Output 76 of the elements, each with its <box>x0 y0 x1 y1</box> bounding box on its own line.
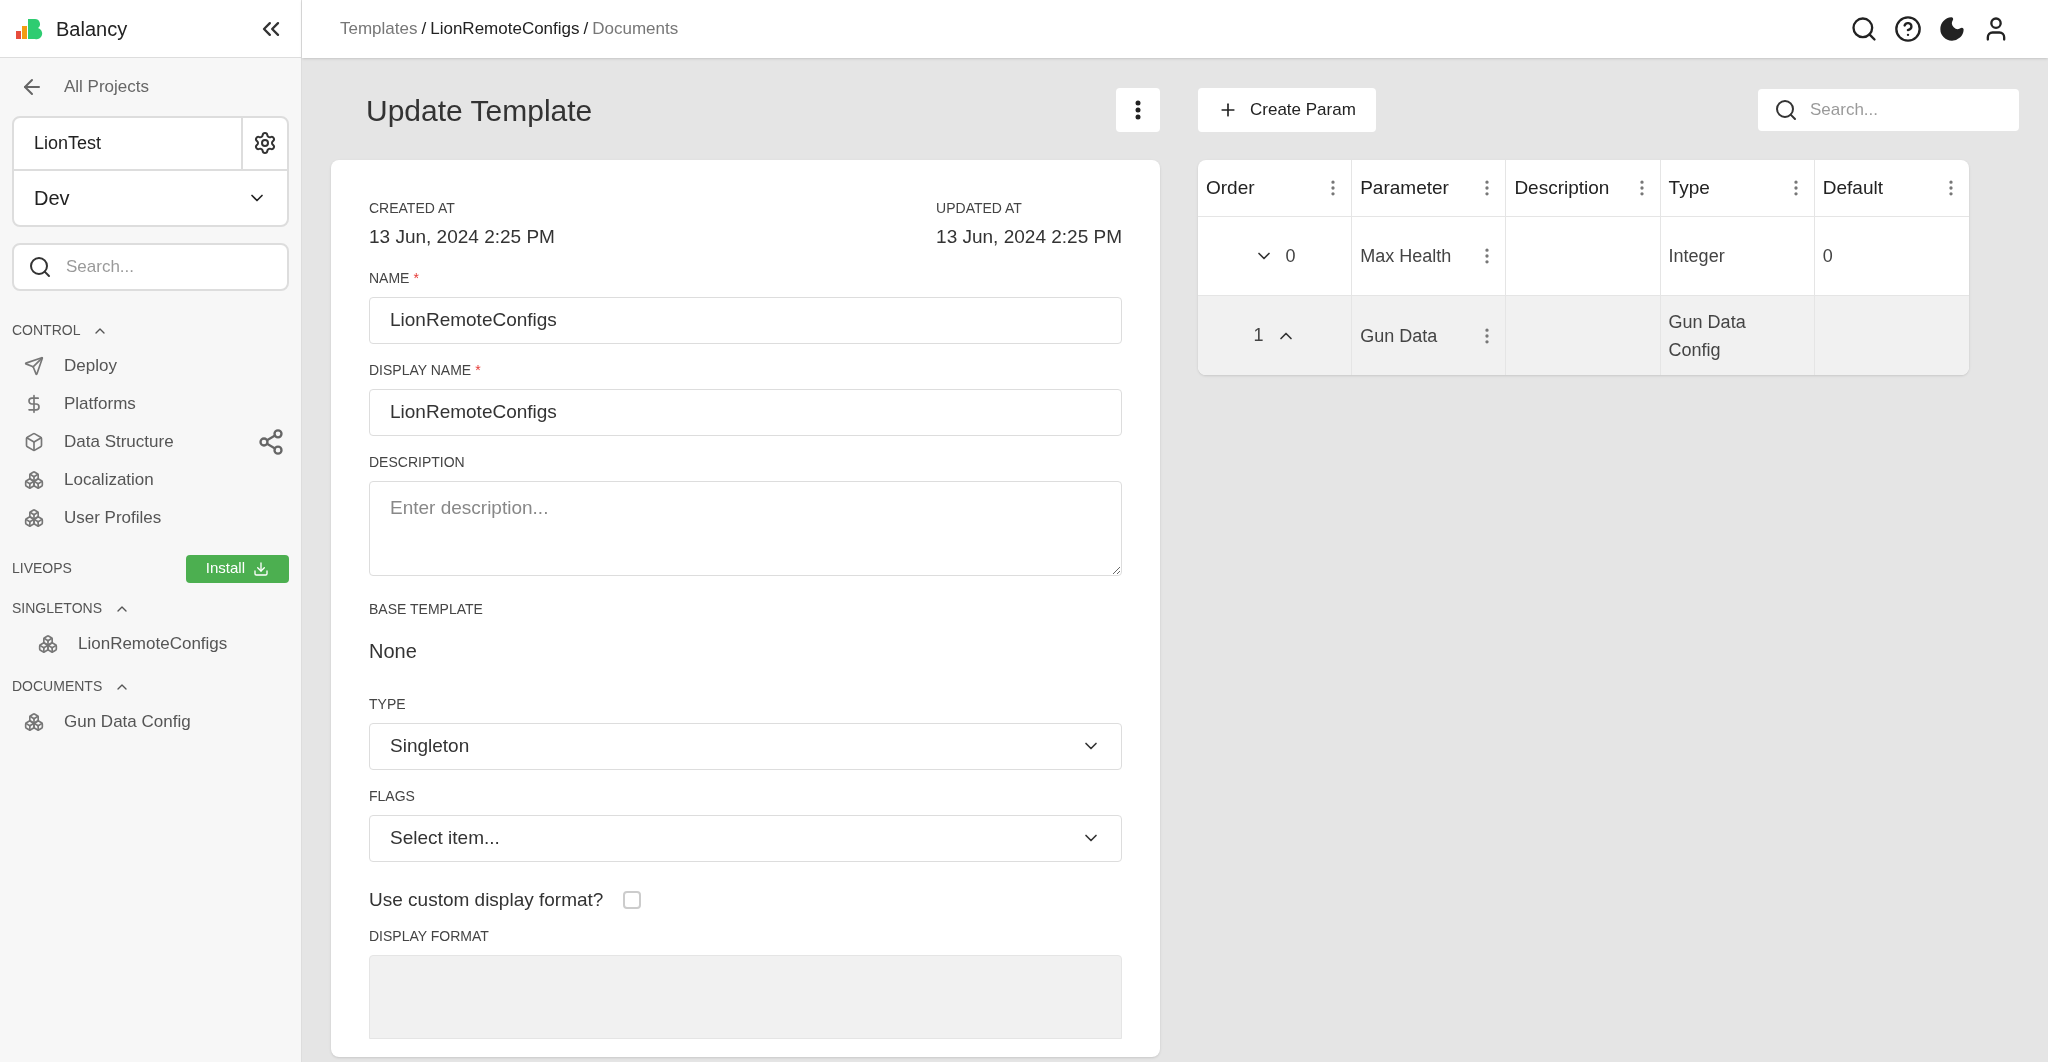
table-cell-text: Gun Data <box>1360 324 1439 348</box>
column-header: Type <box>1668 175 1710 200</box>
sidebar-item[interactable]: Deploy <box>0 346 301 385</box>
column-header: Parameter <box>1360 175 1449 200</box>
help-icon[interactable] <box>1894 15 1922 43</box>
table-cell-text: 0 <box>1285 244 1296 268</box>
field-label: DISPLAY FORMAT <box>369 927 489 946</box>
paper-plane-icon <box>24 355 44 376</box>
table-cell-text: 0 <box>1822 244 1833 268</box>
required-mark: * <box>475 360 481 380</box>
column-header: Default <box>1822 175 1883 200</box>
search-icon <box>28 254 52 279</box>
more-icon <box>1135 100 1141 120</box>
search-icon <box>1774 98 1798 122</box>
sidebar-item[interactable]: LionRemoteConfigs <box>0 624 301 663</box>
breadcrumb-link[interactable]: Templates <box>340 16 418 42</box>
base-template-value: None <box>369 638 418 664</box>
field-label: UPDATED AT <box>936 199 1023 218</box>
required-mark: * <box>413 268 419 288</box>
created-date: 13 Jun, 2024 2:25 PM <box>369 225 555 249</box>
share-icon[interactable] <box>257 427 285 456</box>
more-button[interactable] <box>1116 88 1160 132</box>
field-label: TYPE <box>369 694 406 714</box>
breadcrumb-link[interactable]: Documents <box>592 16 679 42</box>
column-header: Description <box>1514 175 1610 200</box>
section-heading: LIVEOPS <box>12 559 72 578</box>
cubes-icon <box>38 633 58 654</box>
back-link[interactable]: All Projects <box>12 74 289 100</box>
table-cell-text: Max Health <box>1360 245 1453 268</box>
field-label: CREATED AT <box>369 199 456 218</box>
sidebar-item[interactable]: Gun Data Config <box>0 702 301 741</box>
field-label: NAME <box>369 268 410 288</box>
flags-select[interactable]: Select item... <box>369 814 1122 862</box>
sidebar-item[interactable]: Data Structure <box>0 422 301 461</box>
field-label: FLAGS <box>369 786 415 806</box>
sidebar-item[interactable]: Localization <box>0 460 301 499</box>
settings-icon <box>253 131 277 155</box>
moon-icon[interactable] <box>1938 15 1966 43</box>
page-title: Update Template <box>366 92 593 129</box>
checkbox-label: Use custom display format? <box>369 887 604 912</box>
table-row[interactable]: 0 Max Health Integer 0 <box>1198 217 1969 296</box>
sidebar-item[interactable]: Platforms <box>0 384 301 423</box>
cubes-icon <box>24 711 44 732</box>
field-label: BASE TEMPLATE <box>369 599 483 619</box>
project-field[interactable]: LionTest <box>14 117 241 169</box>
breadcrumb-separator: / <box>421 18 427 41</box>
app-name: Balancy <box>56 16 129 42</box>
name-field[interactable]: LionRemoteConfigs <box>369 296 1122 344</box>
table-cell-text: Gun Data Config <box>1668 310 1747 362</box>
display-name-field[interactable]: LionRemoteConfigs <box>369 388 1122 436</box>
checkbox[interactable] <box>623 890 642 909</box>
environment-select[interactable]: Dev <box>14 170 287 225</box>
description-field[interactable]: Enter description... <box>369 480 1122 576</box>
field-label: DESCRIPTION <box>369 452 465 472</box>
table-cell-text: Integer <box>1668 245 1726 268</box>
table-row[interactable]: 1 Gun Data Gun Data Config <box>1198 296 1969 375</box>
download-icon <box>253 560 269 577</box>
search-field[interactable]: Search... <box>1758 89 2019 131</box>
breadcrumb-separator: / <box>583 18 589 41</box>
updated-date: 13 Jun, 2024 2:25 PM <box>936 225 1122 249</box>
breadcrumb-link[interactable]: LionRemoteConfigs <box>430 16 580 42</box>
field-label: DISPLAY NAME <box>369 360 472 380</box>
column-header: Order <box>1206 175 1255 200</box>
create-param-button[interactable]: Create Param <box>1198 88 1376 132</box>
type-select[interactable]: Singleton <box>369 722 1122 770</box>
section-heading: SINGLETONS <box>12 599 102 618</box>
section-heading: DOCUMENTS <box>12 677 103 696</box>
table-cell-text: 1 <box>1253 324 1264 347</box>
cubes-icon <box>24 507 44 528</box>
search-icon[interactable] <box>1850 15 1878 43</box>
sidebar-item[interactable]: User Profiles <box>0 498 301 537</box>
logo-icon <box>16 16 44 41</box>
cubes-icon <box>24 469 44 490</box>
box-icon <box>24 431 44 452</box>
section-heading: CONTROL <box>12 321 81 340</box>
search-field[interactable]: Search... <box>12 242 289 291</box>
